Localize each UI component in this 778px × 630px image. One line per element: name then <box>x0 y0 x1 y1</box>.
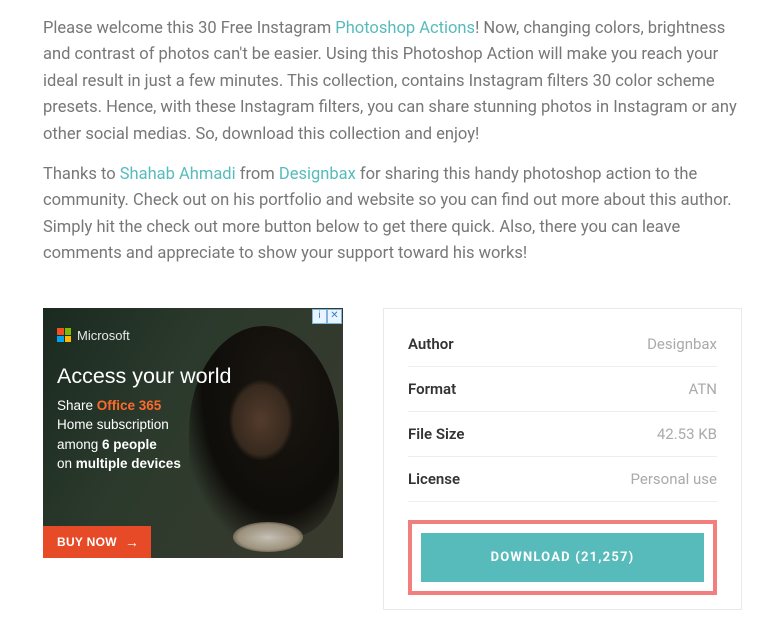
info-label: File Size <box>408 425 464 443</box>
ad-headline: Access your world <box>57 364 231 389</box>
ad-banner[interactable]: i ✕ Microsoft Access your world Share Of… <box>43 308 343 558</box>
intro-text: Please welcome this 30 Free Instagram <box>43 19 335 38</box>
author-link[interactable]: Shahab Ahmadi <box>120 165 236 184</box>
info-row-license: License Personal use <box>408 457 717 502</box>
buy-now-button[interactable]: BUY NOW → <box>43 526 151 558</box>
info-value: Designbax <box>647 335 717 353</box>
designbax-link[interactable]: Designbax <box>279 165 356 184</box>
photoshop-actions-link[interactable]: Photoshop Actions <box>335 19 475 38</box>
ad-line: Share <box>57 398 97 413</box>
intro-paragraph-2: Thanks to Shahab Ahmadi from Designbax f… <box>43 162 742 268</box>
microsoft-logo-icon <box>57 328 71 342</box>
info-value: ATN <box>689 380 718 398</box>
ad-brand-text: Microsoft <box>77 328 130 343</box>
ad-line-bold: multiple devices <box>76 456 181 471</box>
ad-phone-glow <box>233 522 303 552</box>
ad-line: among <box>57 437 102 452</box>
ad-office365: Office 365 <box>97 398 162 413</box>
buy-now-label: BUY NOW <box>57 535 117 549</box>
download-highlight: DOWNLOAD (21,257) <box>408 520 717 595</box>
arrow-right-icon: → <box>125 535 139 549</box>
intro-text: from <box>236 165 279 184</box>
ad-controls: i ✕ <box>312 309 342 324</box>
info-row-author: Author Designbax <box>408 333 717 367</box>
info-row-filesize: File Size 42.53 KB <box>408 412 717 457</box>
info-label: Author <box>408 335 454 353</box>
ad-brand-row: Microsoft <box>57 328 130 343</box>
ad-close-icon[interactable]: ✕ <box>327 309 342 324</box>
info-value: Personal use <box>631 470 717 488</box>
info-row-format: Format ATN <box>408 367 717 412</box>
info-label: License <box>408 470 460 488</box>
ad-line: on <box>57 456 76 471</box>
download-button[interactable]: DOWNLOAD (21,257) <box>421 533 704 582</box>
ad-body: Share Office 365 Home subscription among… <box>57 396 181 474</box>
info-value: 42.53 KB <box>657 425 717 443</box>
ad-line-bold: 6 people <box>102 437 157 452</box>
info-label: Format <box>408 380 456 398</box>
adchoices-info-icon[interactable]: i <box>312 309 327 324</box>
ad-line: Home subscription <box>57 417 169 432</box>
intro-paragraph-1: Please welcome this 30 Free Instagram Ph… <box>43 16 742 148</box>
info-card: Author Designbax Format ATN File Size 42… <box>383 308 742 610</box>
intro-text: Thanks to <box>43 165 120 184</box>
